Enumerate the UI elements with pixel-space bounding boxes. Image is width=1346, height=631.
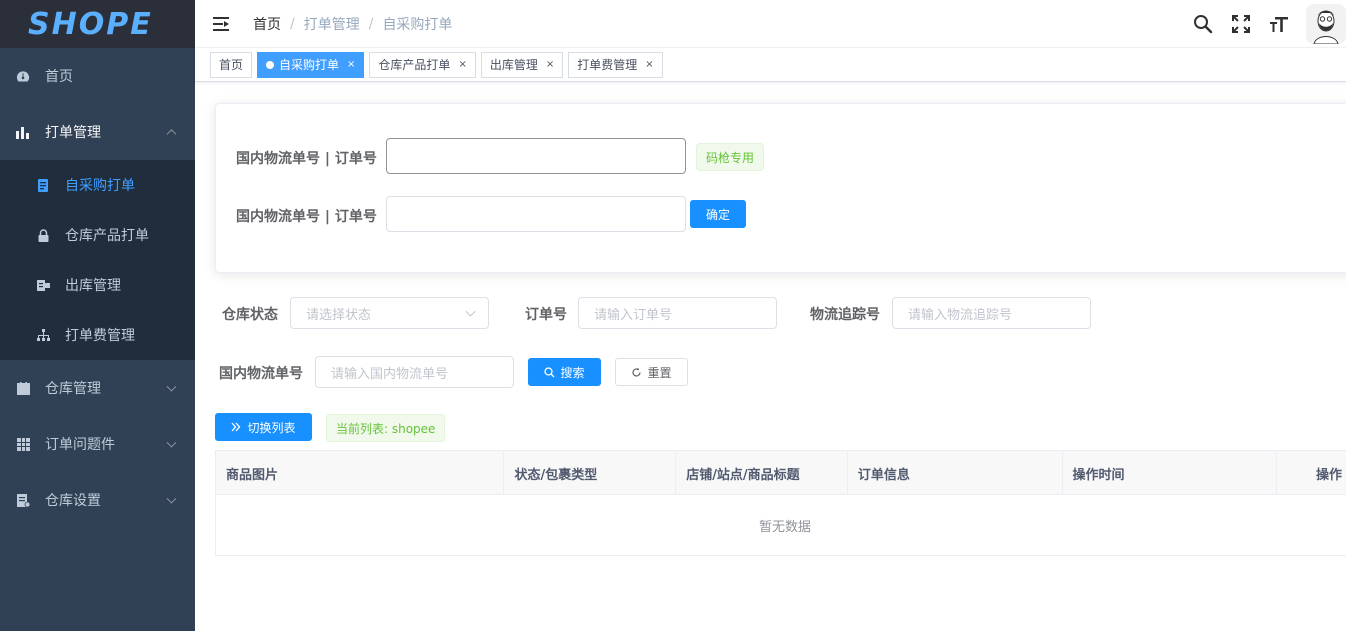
switch-list-button[interactable]: 切换列表 — [215, 413, 312, 441]
search-icon[interactable] — [1192, 13, 1214, 35]
column-header: 操作时间 — [1063, 451, 1278, 495]
fullscreen-icon[interactable] — [1230, 13, 1252, 35]
tree-icon — [36, 328, 50, 342]
submenu-print-orders: 自采购打单 仓库产品打单 出库管理 打单费管理 — [0, 160, 195, 360]
scan-label: 国内物流单号 | 订单号 — [236, 151, 377, 167]
active-dot-icon — [266, 60, 275, 69]
close-icon[interactable]: × — [458, 53, 466, 77]
status-select[interactable]: 请选择状态 — [290, 297, 489, 329]
sidebar-item-outbound[interactable]: 出库管理 — [0, 260, 195, 310]
tag-home[interactable]: 首页 — [210, 51, 253, 78]
column-header: 商品图片 — [216, 451, 505, 495]
sidebar-item-self-purchase[interactable]: 自采购打单 — [0, 160, 195, 210]
close-icon[interactable]: × — [347, 53, 355, 77]
sidebar-item-order-issues[interactable]: 订单问题件 — [0, 416, 195, 472]
chevron-up-icon — [166, 129, 177, 140]
column-header: 操作 — [1315, 467, 1342, 483]
tracking-label: 物流追踪号 — [810, 307, 880, 323]
order-label: 订单号 — [525, 307, 567, 323]
confirm-button[interactable]: 确定 — [690, 200, 746, 228]
domestic-label: 国内物流单号 — [219, 366, 303, 382]
breadcrumb-item: 自采购打单 — [382, 16, 453, 33]
refresh-icon — [632, 367, 642, 376]
sidebar-item-label: 仓库设置 — [45, 493, 101, 509]
tags-view: 首页 自采购打单 × 仓库产品打单 × 出库管理 × 打单费管理 × — [195, 48, 1346, 82]
domestic-input[interactable]: 请输入国内物流单号 — [315, 356, 514, 388]
font-size-icon[interactable] — [1268, 13, 1290, 35]
column-header: 订单信息 — [848, 451, 1063, 495]
sidebar-item-warehouse[interactable]: 仓库管理 — [0, 360, 195, 416]
current-list-tag: 当前列表: shopee — [326, 414, 446, 442]
tag-self-purchase[interactable]: 自采购打单 × — [257, 51, 365, 78]
sidebar-item-warehouse-print[interactable]: 仓库产品打单 — [0, 210, 195, 260]
search-icon — [544, 366, 555, 377]
avatar[interactable] — [1306, 4, 1346, 44]
sidebar-item-home[interactable]: 首页 — [0, 48, 195, 104]
sidebar-item-warehouse-settings[interactable]: 仓库设置 — [0, 472, 195, 528]
order-input[interactable]: 请输入订单号 — [578, 297, 777, 329]
export-icon — [36, 278, 50, 292]
sidebar-item-label: 仓库产品打单 — [65, 228, 149, 244]
sidebar-item-label: 首页 — [45, 69, 73, 85]
breadcrumb: 首页 / 打单管理 / 自采购打单 — [253, 14, 453, 34]
sidebar: SHOPE 首页 打单管理 自采购打单 仓库产品打单 出库管理 打单费管理 仓库… — [0, 0, 195, 631]
scanner-tag: 码枪专用 — [696, 143, 765, 171]
manual-input[interactable] — [386, 196, 686, 232]
tag-print-fee[interactable]: 打单费管理 × — [568, 51, 663, 78]
sidebar-item-label: 出库管理 — [65, 278, 121, 294]
settings-doc-icon — [16, 493, 30, 507]
right-menu — [1192, 0, 1346, 48]
lock-icon — [36, 228, 50, 242]
sidebar-item-label: 订单问题件 — [45, 437, 115, 453]
orders-table: 商品图片 状态/包裹类型 店铺/站点/商品标题 订单信息 操作时间 操作 暂无数… — [215, 450, 1346, 556]
sidebar-item-label: 打单费管理 — [65, 328, 135, 344]
chart-icon — [16, 125, 30, 139]
table-icon — [16, 437, 30, 451]
sidebar-item-label: 仓库管理 — [45, 381, 101, 397]
manual-label: 国内物流单号 | 订单号 — [236, 209, 377, 225]
tag-outbound[interactable]: 出库管理 × — [480, 51, 564, 78]
tag-warehouse-print[interactable]: 仓库产品打单 × — [369, 51, 476, 78]
chevron-down-icon — [166, 381, 177, 392]
column-header: 店铺/站点/商品标题 — [676, 451, 848, 495]
close-icon[interactable]: × — [546, 53, 554, 77]
sidebar-item-print-fee[interactable]: 打单费管理 — [0, 310, 195, 360]
scan-input[interactable] — [386, 138, 686, 174]
column-header: 状态/包裹类型 — [504, 451, 677, 495]
hamburger-icon[interactable] — [213, 16, 229, 31]
double-chevron-right-icon — [231, 422, 241, 432]
navbar: 首页 / 打单管理 / 自采购打单 — [195, 0, 1346, 48]
chevron-down-icon — [166, 493, 177, 504]
tracking-input[interactable]: 请输入物流追踪号 — [892, 297, 1091, 329]
table-header: 商品图片 状态/包裹类型 店铺/站点/商品标题 订单信息 操作时间 操作 — [216, 451, 1346, 495]
status-label: 仓库状态 — [222, 307, 278, 323]
breadcrumb-item[interactable]: 首页 — [253, 14, 281, 34]
logo-text: SHOPE — [28, 6, 153, 42]
empty-state: 暂无数据 — [758, 519, 811, 535]
chevron-down-icon — [166, 437, 177, 448]
search-button[interactable]: 搜索 — [528, 358, 601, 386]
sidebar-item-label: 打单管理 — [45, 125, 101, 141]
scan-card: 国内物流单号 | 订单号 码枪专用 国内物流单号 | 订单号 确定 — [215, 103, 1346, 273]
sidebar-item-print-orders[interactable]: 打单管理 — [0, 104, 195, 160]
breadcrumb-item: 打单管理 — [303, 16, 360, 33]
clipboard-icon — [16, 381, 30, 395]
logo[interactable]: SHOPE — [0, 0, 195, 48]
list-icon — [36, 178, 50, 192]
dashboard-icon — [16, 69, 30, 83]
chevron-down-icon — [465, 306, 476, 317]
reset-button[interactable]: 重置 — [615, 358, 688, 386]
close-icon[interactable]: × — [645, 53, 653, 77]
main-area: 首页 / 打单管理 / 自采购打单 首页 自采购打单 × 仓库产品打单 × 出库… — [195, 0, 1346, 631]
sidebar-item-label: 自采购打单 — [65, 178, 135, 194]
